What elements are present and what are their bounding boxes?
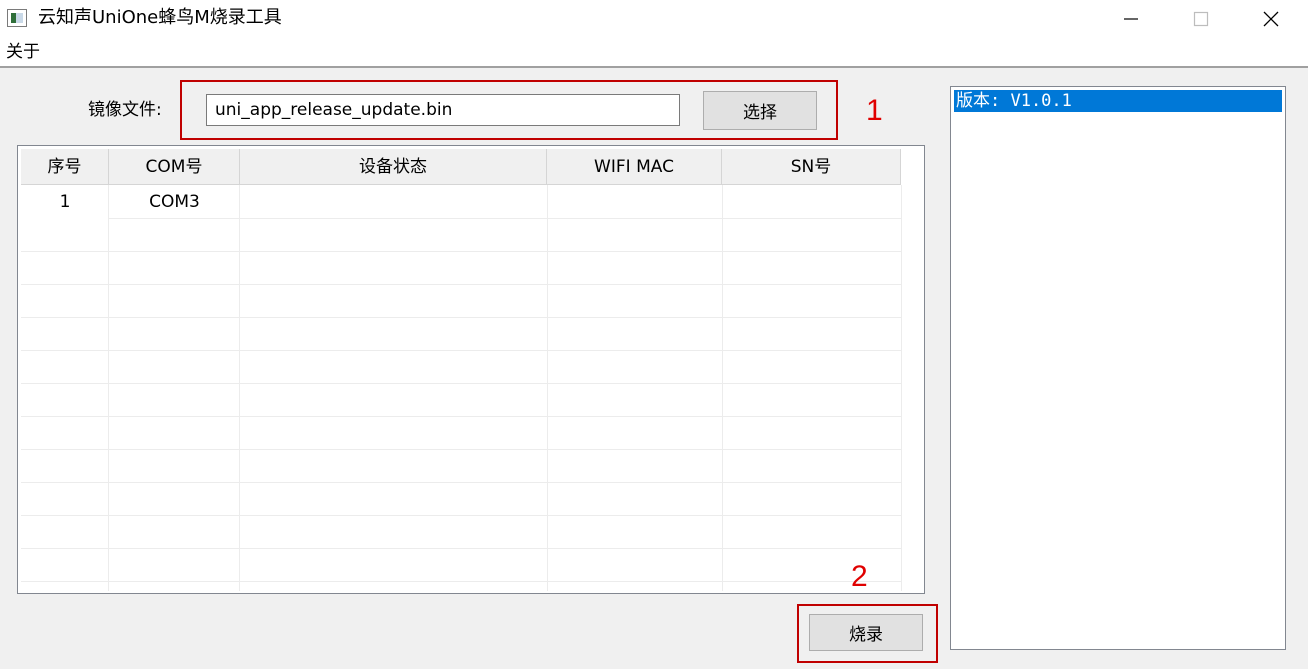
column-header-index[interactable]: 序号 <box>21 149 109 185</box>
menu-item-about[interactable]: 关于 <box>6 41 40 63</box>
grid-line <box>21 482 901 483</box>
annotation-number-2: 2 <box>851 560 868 593</box>
annotation-number-1: 1 <box>866 94 883 127</box>
maximize-button[interactable] <box>1166 0 1236 38</box>
close-icon <box>1263 11 1279 27</box>
grid-line <box>21 251 901 252</box>
burn-button[interactable]: 烧录 <box>809 614 923 651</box>
grid-line <box>21 350 901 351</box>
grid-line <box>21 284 901 285</box>
grid-line <box>547 185 548 591</box>
column-header-wifi-mac[interactable]: WIFI MAC <box>547 149 722 185</box>
cell-com: COM3 <box>149 192 200 212</box>
version-list[interactable]: 版本: V1.0.1 <box>950 86 1286 650</box>
grid-line <box>21 416 901 417</box>
minimize-icon <box>1124 18 1138 20</box>
column-header-status[interactable]: 设备状态 <box>240 149 547 185</box>
grid-line <box>21 449 901 450</box>
cell-index: 1 <box>59 192 71 212</box>
grid-line <box>108 218 901 219</box>
column-header-com[interactable]: COM号 <box>109 149 240 185</box>
grid-line <box>239 185 240 591</box>
maximize-icon <box>1193 11 1209 27</box>
minimize-button[interactable] <box>1096 0 1166 38</box>
window-title: 云知声UniOne蜂鸟M烧录工具 <box>38 7 282 28</box>
annotation-box-1 <box>180 80 838 140</box>
image-file-label: 镜像文件: <box>88 100 162 120</box>
column-header-sn[interactable]: SN号 <box>722 149 901 185</box>
grid-line <box>108 185 109 591</box>
grid-line <box>21 548 901 549</box>
device-table[interactable]: 序号 COM号 设备状态 WIFI MAC SN号 1 COM3 <box>17 145 925 594</box>
close-button[interactable] <box>1236 0 1306 38</box>
grid-line <box>901 185 902 591</box>
grid-line <box>21 515 901 516</box>
version-list-item[interactable]: 版本: V1.0.1 <box>954 90 1282 112</box>
table-header: 序号 COM号 设备状态 WIFI MAC SN号 <box>21 149 901 185</box>
app-icon <box>7 9 27 27</box>
menu-bar: 关于 <box>0 38 1308 68</box>
grid-line <box>722 185 723 591</box>
grid-line <box>21 317 901 318</box>
grid-line <box>21 581 901 582</box>
title-bar: 云知声UniOne蜂鸟M烧录工具 <box>0 0 1308 38</box>
grid-line <box>21 383 901 384</box>
